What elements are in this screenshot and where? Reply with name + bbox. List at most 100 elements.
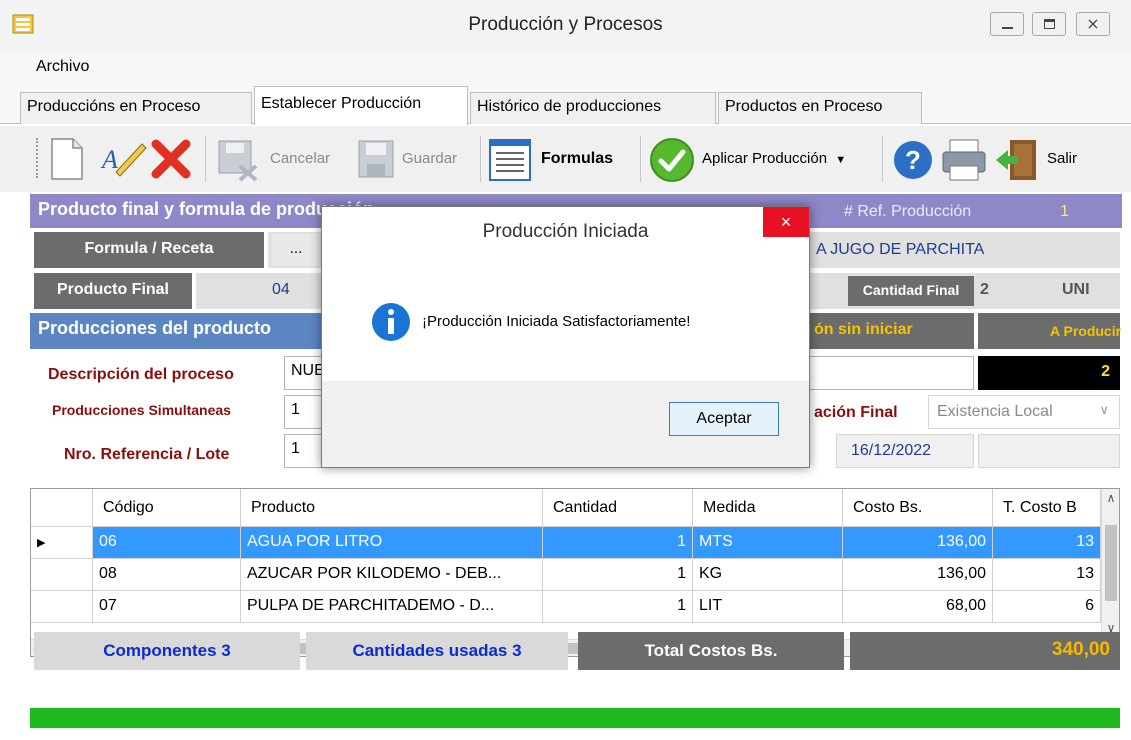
row-indicator[interactable] [31,559,93,591]
ubicacion-label: ación Final [814,404,898,421]
svg-text:?: ? [905,145,921,175]
simultaneas-value: 1 [291,401,300,418]
column-header-codigo[interactable]: Código [93,489,241,527]
tab-productos-en-proceso[interactable]: Productos en Proceso [718,92,922,124]
cell-tcosto[interactable]: 6 [993,591,1101,623]
minimize-icon [1002,27,1013,29]
ref-produccion-value: 1 [1060,203,1069,220]
a-producir-value: 2 [978,356,1120,390]
salir-button[interactable]: Salir [1047,150,1077,167]
tab-producciones-en-proceso[interactable]: Produccións en Proceso [20,92,252,124]
save-icon [358,140,394,178]
maximize-icon [1044,19,1055,29]
fecha-field[interactable]: 16/12/2022 [836,434,974,468]
tab-historico-producciones[interactable]: Histórico de producciones [470,92,716,124]
cantidad-final-label: Cantidad Final [848,276,974,306]
cancel-save-icon [218,140,258,182]
producto-final-label: Producto Final [34,273,192,309]
print-icon[interactable] [940,138,988,182]
cell-tcosto[interactable]: 13 [993,559,1101,591]
menu-bar [0,52,1131,84]
descripcion-label: Descripción del proceso [48,366,234,383]
row-indicator[interactable] [31,591,93,623]
close-icon: ⨯ [1086,16,1100,33]
cell-tcosto[interactable]: 13 [993,527,1101,559]
maximize-button[interactable] [1032,12,1066,36]
cell-producto[interactable]: AGUA POR LITRO [241,527,543,559]
column-header-medida[interactable]: Medida [693,489,843,527]
cell-codigo[interactable]: 08 [93,559,241,591]
cell-producto[interactable]: AZUCAR POR KILODEMO - DEB... [241,559,543,591]
close-icon: × [780,212,792,232]
svg-text:A: A [100,145,118,174]
delete-icon[interactable] [150,138,192,180]
formulas-button[interactable]: Formulas [541,150,613,168]
descripcion-value: NUE [291,362,325,379]
cancelar-button[interactable]: Cancelar [270,150,330,167]
column-header-costo[interactable]: Costo Bs. [843,489,993,527]
dialog-close-button[interactable]: × [763,207,809,237]
chevron-down-icon: ∨ [1099,402,1109,417]
cell-costo[interactable]: 136,00 [843,559,993,591]
cantidad-final-value: 2 [980,281,989,298]
minimize-button[interactable] [990,12,1024,36]
cell-producto[interactable]: PULPA DE PARCHITADEMO - D... [241,591,543,623]
edit-icon[interactable]: A [100,138,148,180]
toolbar-separator [205,136,206,182]
tab-establecer-produccion[interactable]: Establecer Producción [254,86,468,125]
column-header-cantidad[interactable]: Cantidad [543,489,693,527]
dialog-message: ¡Producción Iniciada Satisfactoriamente! [422,313,691,330]
producto-final-code: 04 [272,281,290,298]
row-pointer-icon: ▶ [37,537,46,549]
cell-costo[interactable]: 68,00 [843,591,993,623]
formula-select-button[interactable]: ... [272,234,320,266]
row-indicator[interactable]: ▶ [31,527,93,559]
app-icon [12,14,34,34]
row-header-corner [31,489,93,527]
toolbar-separator [882,136,883,182]
help-icon[interactable]: ? [892,138,934,182]
aplicar-produccion-button[interactable]: Aplicar Producción ▼ [702,150,846,167]
cell-cantidad[interactable]: 1 [543,591,693,623]
close-window-button[interactable]: ⨯ [1076,12,1110,36]
aceptar-button[interactable]: Aceptar [669,402,779,436]
info-icon [372,303,410,341]
progress-bar [30,708,1120,728]
producciones-title: Producciones del producto [38,318,272,338]
aplicar-produccion-label: Aplicar Producción [702,150,828,167]
referencia-label: Nro. Referencia / Lote [64,446,230,463]
guardar-button[interactable]: Guardar [402,150,457,167]
column-header-producto[interactable]: Producto [241,489,543,527]
menu-archivo[interactable]: Archivo [36,58,89,76]
cell-codigo[interactable]: 06 [93,527,241,559]
cell-medida[interactable]: LIT [693,591,843,623]
column-header-tcosto[interactable]: T. Costo B [993,489,1101,527]
ref-produccion-label: # Ref. Producción [844,203,972,220]
dialog-title: Producción Iniciada [322,207,809,256]
exit-icon [996,140,1036,180]
new-document-icon[interactable] [50,137,84,181]
cell-codigo[interactable]: 07 [93,591,241,623]
referencia-value: 1 [291,440,300,457]
toolbar-grip [36,138,39,178]
title-bar: Producción y Procesos [0,0,1131,52]
scroll-up-icon[interactable]: ∧ [1102,491,1119,505]
ubicacion-select[interactable]: Existencia Local ∨ [928,395,1120,429]
cell-medida[interactable]: MTS [693,527,843,559]
formula-label: Formula / Receta [34,232,264,268]
cell-costo[interactable]: 136,00 [843,527,993,559]
estado-produccion: ón sin iniciar [814,321,913,338]
formulas-icon [489,139,531,181]
componentes-summary: Componentes 3 [34,632,300,670]
cantidades-summary: Cantidades usadas 3 [306,632,568,670]
toolbar-separator [480,136,481,182]
extra-field [978,434,1120,468]
chevron-down-icon: ▼ [835,154,847,166]
cell-cantidad[interactable]: 1 [543,559,693,591]
cell-medida[interactable]: KG [693,559,843,591]
apply-check-icon [650,138,694,182]
cell-cantidad[interactable]: 1 [543,527,693,559]
a-producir-label: A Producir [1050,323,1122,339]
vertical-scrollbar[interactable]: ∧ ∨ [1101,489,1119,639]
vertical-scroll-thumb[interactable] [1105,525,1117,601]
